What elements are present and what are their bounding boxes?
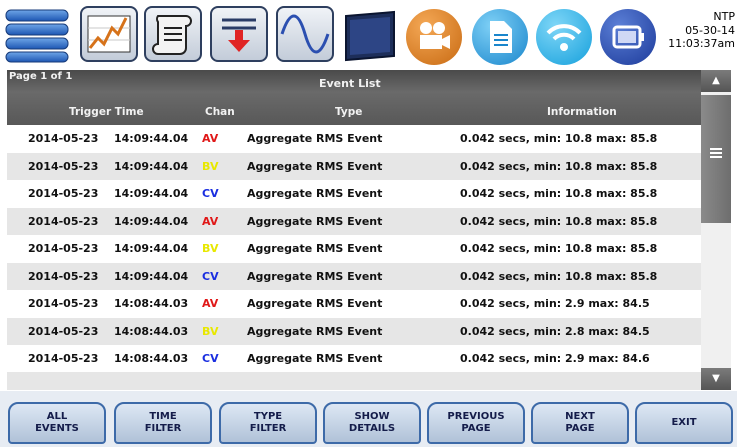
scroll-thumb[interactable]: [701, 95, 731, 223]
row-info: 0.042 secs, min: 10.8 max: 85.8: [460, 242, 658, 255]
row-type: Aggregate RMS Event: [247, 269, 383, 283]
table-row[interactable]: 2014-05-23 14:09:44.04 BV Aggregate RMS …: [7, 152, 701, 180]
row-info: 0.042 secs, min: 2.9 max: 84.5: [460, 297, 650, 310]
row-date: 2014-05-23: [28, 159, 99, 173]
ntp-clock: NTP 05-30-14 11:03:37am: [660, 10, 735, 66]
event-list-title: Event List: [319, 77, 381, 90]
column-header-trigger-time: Trigger Time: [69, 106, 144, 118]
trend-chart-icon[interactable]: [80, 6, 138, 62]
row-info: 0.042 secs, min: 2.8 max: 84.5: [460, 324, 650, 338]
row-time: 14:08:44.03: [114, 352, 189, 365]
row-type: Aggregate RMS Event: [247, 132, 383, 145]
row-type: Aggregate RMS Event: [247, 159, 383, 173]
scroll-up-button[interactable]: ▲: [701, 70, 731, 92]
table-row[interactable]: 2014-05-23 14:09:44.04 AV Aggregate RMS …: [7, 207, 701, 235]
row-date: 2014-05-23: [28, 324, 99, 338]
ntp-date: 05-30-14: [685, 23, 735, 37]
table-row[interactable]: 2014-05-23 14:09:44.04 AV Aggregate RMS …: [7, 125, 701, 153]
row-type: Aggregate RMS Event: [247, 352, 383, 365]
row-chan: BV: [202, 159, 219, 173]
all-events-button[interactable]: ALL EVENTS: [8, 402, 106, 444]
column-header-type: Type: [335, 106, 363, 118]
exit-button[interactable]: EXIT: [635, 402, 733, 444]
table-row[interactable]: 2014-05-23 14:09:44.04 CV Aggregate RMS …: [7, 262, 701, 290]
row-chan: AV: [202, 297, 219, 310]
event-list-header: Page 1 of 1 Event List Trigger Time Chan…: [7, 70, 701, 125]
video-camera-icon[interactable]: [406, 9, 462, 65]
row-chan: AV: [202, 132, 219, 145]
row-info: 0.042 secs, min: 10.8 max: 85.8: [460, 159, 658, 173]
table-row[interactable]: 2014-05-23 14:09:44.04 CV Aggregate RMS …: [7, 180, 701, 208]
table-row[interactable]: 2014-05-23 14:08:44.03 AV Aggregate RMS …: [7, 290, 701, 318]
row-info: 0.042 secs, min: 10.8 max: 85.8: [460, 269, 658, 283]
row-time: 14:09:44.04: [114, 269, 189, 283]
row-date: 2014-05-23: [28, 269, 99, 283]
row-time: 14:09:44.04: [114, 214, 189, 228]
previous-page-label: PREVIOUS PAGE: [447, 411, 505, 434]
row-info: 0.042 secs, min: 10.8 max: 85.8: [460, 214, 658, 228]
row-time: 14:09:44.04: [114, 187, 189, 200]
previous-page-button[interactable]: PREVIOUS PAGE: [427, 402, 525, 444]
scroll-grip-icon: [710, 148, 722, 160]
time-filter-button[interactable]: TIME FILTER: [114, 402, 212, 444]
table-row[interactable]: 2014-05-23 14:08:44.03 BV Aggregate RMS …: [7, 317, 701, 345]
exit-label: EXIT: [671, 417, 697, 428]
row-date: 2014-05-23: [28, 132, 99, 145]
row-type: Aggregate RMS Event: [247, 187, 383, 200]
row-date: 2014-05-23: [28, 242, 99, 255]
ntp-label: NTP: [713, 10, 735, 23]
row-chan: BV: [202, 324, 219, 338]
soft-button-bar: ALL EVENTS TIME FILTER TYPE FILTER SHOW …: [0, 391, 737, 447]
document-icon[interactable]: [472, 9, 528, 65]
show-details-button[interactable]: SHOW DETAILS: [323, 402, 421, 444]
row-type: Aggregate RMS Event: [247, 324, 383, 338]
row-info: 0.042 secs, min: 2.9 max: 84.6: [460, 352, 650, 365]
table-row[interactable]: 2014-05-23 14:08:44.03 CV Aggregate RMS …: [7, 345, 701, 373]
time-filter-label: TIME FILTER: [144, 411, 182, 434]
menu-icon[interactable]: [4, 8, 70, 64]
row-info: 0.042 secs, min: 10.8 max: 85.8: [460, 187, 658, 200]
event-list: 2014-05-23 14:09:44.04 AV Aggregate RMS …: [7, 125, 701, 373]
next-page-button[interactable]: NEXT PAGE: [531, 402, 629, 444]
battery-icon[interactable]: [600, 9, 656, 65]
screen-icon[interactable]: [340, 6, 400, 64]
column-header-chan: Chan: [205, 106, 235, 118]
row-info: 0.042 secs, min: 10.8 max: 85.8: [460, 132, 658, 145]
scrollbar[interactable]: ▲ ▼: [701, 70, 731, 390]
row-date: 2014-05-23: [28, 187, 99, 200]
all-events-label: ALL EVENTS: [35, 411, 79, 434]
toolbar: NTP 05-30-14 11:03:37am: [0, 0, 737, 72]
next-page-label: NEXT PAGE: [565, 411, 595, 434]
show-details-label: SHOW DETAILS: [348, 411, 396, 434]
row-type: Aggregate RMS Event: [247, 297, 383, 310]
row-time: 14:09:44.04: [114, 242, 189, 255]
row-chan: AV: [202, 214, 219, 228]
row-time: 14:08:44.03: [114, 297, 189, 310]
scroll-down-button[interactable]: ▼: [701, 368, 731, 390]
download-icon[interactable]: [210, 6, 268, 62]
row-chan: CV: [202, 269, 219, 283]
row-chan: BV: [202, 242, 219, 255]
column-header-information: Information: [547, 106, 617, 118]
row-time: 14:09:44.04: [114, 159, 189, 173]
scroll-log-icon[interactable]: [144, 6, 202, 62]
row-chan: CV: [202, 352, 219, 365]
row-type: Aggregate RMS Event: [247, 242, 383, 255]
type-filter-label: TYPE FILTER: [249, 411, 287, 434]
ntp-time: 11:03:37am: [668, 37, 735, 50]
row-date: 2014-05-23: [28, 297, 99, 310]
row-date: 2014-05-23: [28, 214, 99, 228]
row-time: 14:08:44.03: [114, 324, 189, 338]
list-empty-area: [7, 372, 701, 390]
row-chan: CV: [202, 187, 219, 200]
type-filter-button[interactable]: TYPE FILTER: [219, 402, 317, 444]
table-row[interactable]: 2014-05-23 14:09:44.04 BV Aggregate RMS …: [7, 235, 701, 263]
row-type: Aggregate RMS Event: [247, 214, 383, 228]
page-indicator: Page 1 of 1: [9, 71, 73, 82]
row-date: 2014-05-23: [28, 352, 99, 365]
waveform-icon[interactable]: [276, 6, 334, 62]
row-time: 14:09:44.04: [114, 132, 189, 145]
wireless-icon[interactable]: [536, 9, 592, 65]
